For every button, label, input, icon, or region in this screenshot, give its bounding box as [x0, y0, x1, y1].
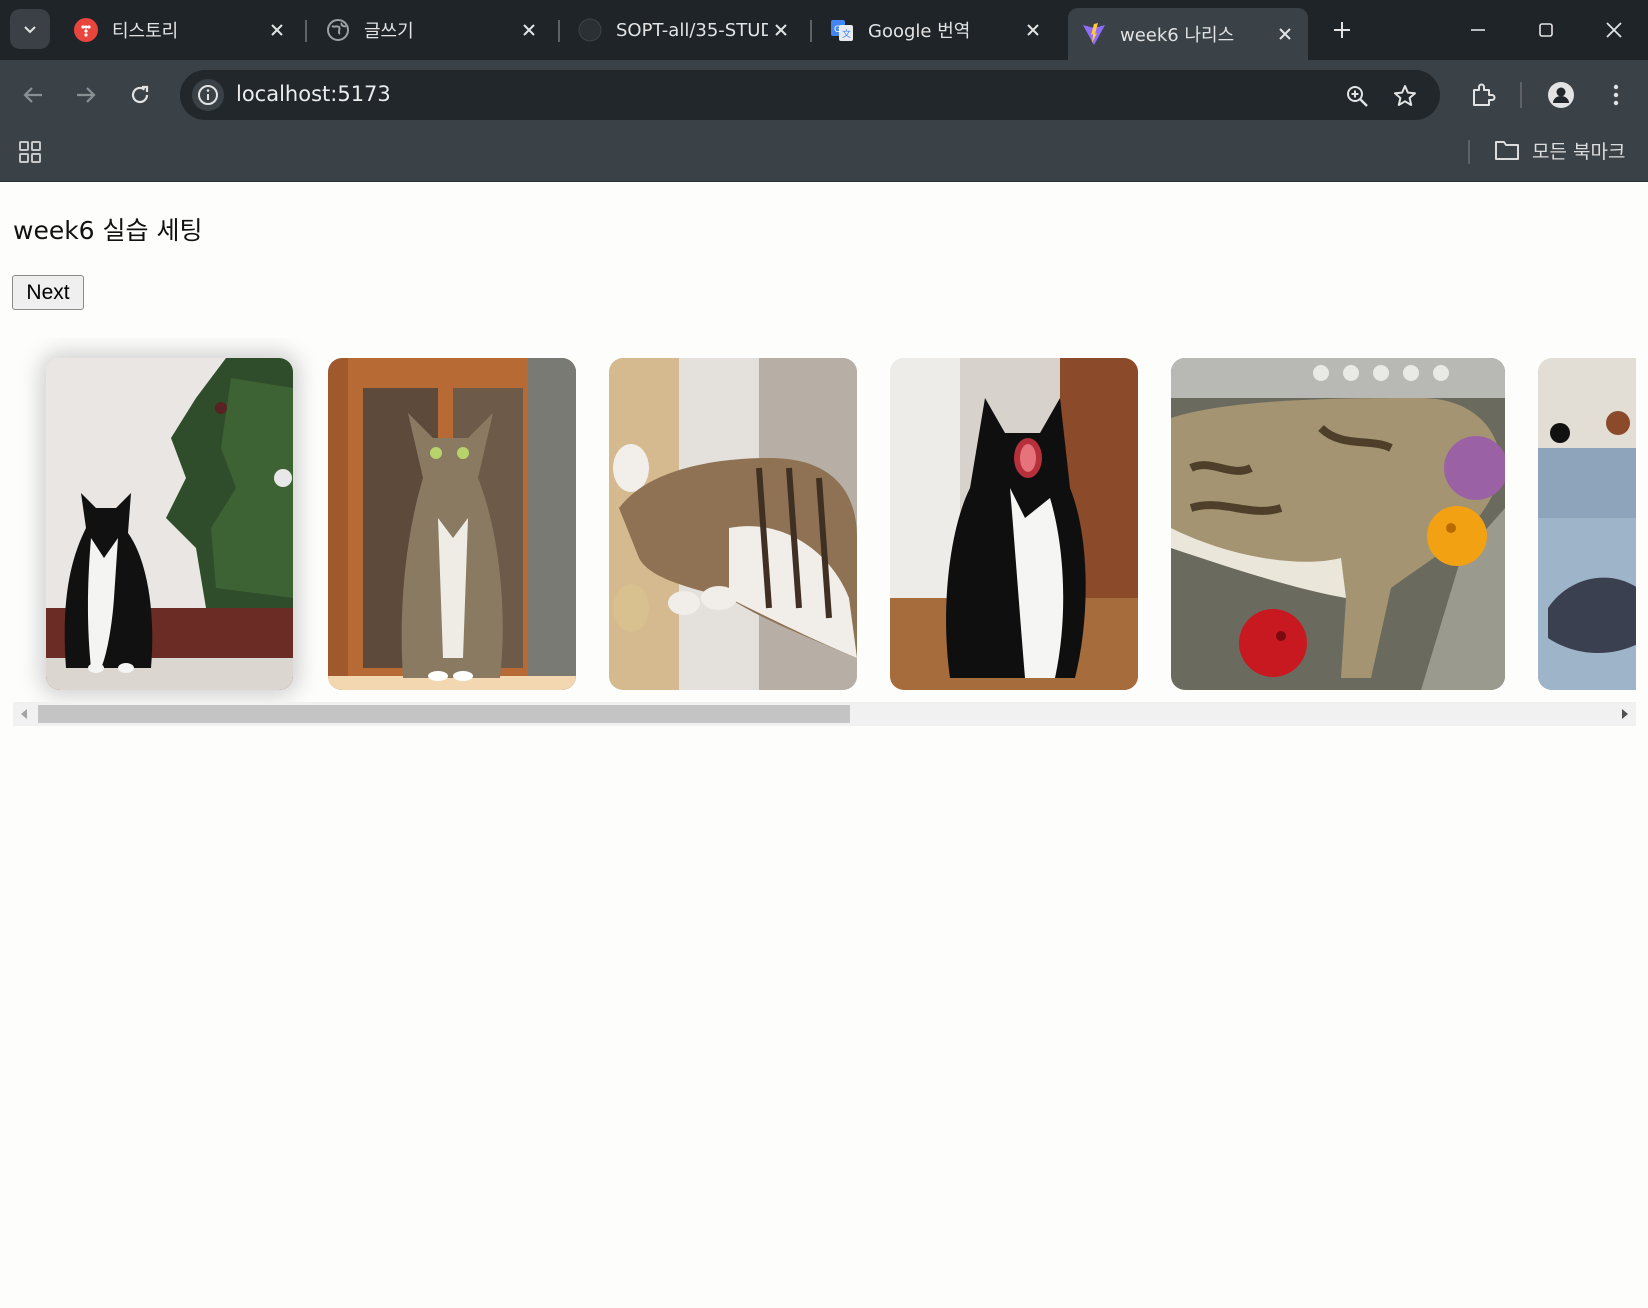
browser-toolbar: localhost:5173: [0, 60, 1648, 130]
tab-divider: [810, 20, 812, 42]
cat-photo: [46, 358, 293, 690]
gallery-image[interactable]: [1538, 358, 1636, 690]
toolbar-divider: [1520, 82, 1522, 108]
bookmarks-divider: [1468, 140, 1470, 164]
forward-button[interactable]: [68, 77, 104, 113]
reload-icon: [131, 85, 149, 104]
gallery-image[interactable]: [46, 358, 293, 690]
svg-text:文: 文: [842, 28, 851, 40]
close-icon[interactable]: [768, 17, 794, 43]
bookmarks-bar: [0, 130, 1648, 182]
tab-github[interactable]: SOPT-all/35-STUD: [564, 8, 804, 52]
next-button[interactable]: Next: [12, 275, 84, 310]
gallery-image[interactable]: [890, 358, 1138, 690]
tab-title: week6 나리스: [1120, 25, 1235, 46]
zoom-icon[interactable]: [1344, 83, 1370, 109]
gallery-image[interactable]: [328, 358, 576, 690]
close-icon[interactable]: [1020, 17, 1046, 43]
tab-google-translate[interactable]: G文 Google 번역: [816, 8, 1056, 52]
close-icon[interactable]: [1272, 21, 1298, 47]
globe-icon: [326, 18, 350, 42]
apps-grid-icon[interactable]: [18, 140, 42, 168]
cat-photo: [328, 358, 576, 690]
minimize-button[interactable]: [1458, 14, 1498, 46]
tab-title: Google 번역: [868, 21, 971, 42]
arrow-left-icon: [23, 87, 42, 103]
profile-button[interactable]: [1543, 77, 1579, 113]
vite-icon: [1082, 22, 1106, 46]
tab-search-button[interactable]: [10, 9, 50, 49]
gallery-image[interactable]: [609, 358, 857, 690]
scroll-right-arrow-icon[interactable]: [1612, 702, 1636, 726]
all-bookmarks-label: 모든 북마크: [1532, 140, 1626, 163]
svg-text:G: G: [834, 25, 841, 35]
cat-photo: [1171, 358, 1505, 690]
github-icon: [578, 18, 602, 42]
gallery-image[interactable]: [1171, 358, 1505, 690]
window-close-button[interactable]: [1594, 14, 1634, 46]
image-carousel[interactable]: [13, 338, 1636, 711]
google-translate-icon: G文: [830, 18, 854, 42]
extensions-button[interactable]: [1465, 77, 1501, 113]
minimize-icon: [1471, 29, 1485, 31]
page-content: week6 실습 세팅 Next: [0, 183, 1648, 1308]
reload-button[interactable]: [122, 77, 158, 113]
horizontal-scrollbar[interactable]: [13, 702, 1636, 726]
puzzle-icon: [1473, 83, 1496, 106]
all-bookmarks-button[interactable]: 모든 북마크: [1494, 136, 1625, 164]
new-tab-button[interactable]: [1326, 14, 1358, 46]
tab-title: 티스토리: [112, 21, 179, 42]
tab-write[interactable]: 글쓰기: [312, 8, 552, 52]
tab-strip: 티스토리 글쓰기 SOPT-all/35-STUD G文 Google 번역 w…: [0, 0, 1648, 60]
tab-divider: [558, 20, 560, 42]
address-bar[interactable]: localhost:5173: [180, 70, 1440, 120]
page-title: week6 실습 세팅: [13, 216, 203, 245]
avatar-icon: [1548, 82, 1574, 108]
tistory-icon: [74, 18, 98, 42]
back-button[interactable]: [15, 77, 51, 113]
tab-week6[interactable]: week6 나리스: [1068, 8, 1308, 60]
more-vert-icon: [1613, 84, 1619, 106]
maximize-icon: [1539, 23, 1553, 37]
bookmark-star-icon[interactable]: [1392, 83, 1418, 109]
tab-title: SOPT-all/35-STUD: [616, 19, 768, 41]
tab-tistory[interactable]: 티스토리: [60, 8, 300, 52]
site-info-icon[interactable]: [192, 79, 224, 111]
plus-icon: [1334, 22, 1350, 38]
folder-icon: [1495, 141, 1519, 160]
url-text[interactable]: localhost:5173: [236, 82, 391, 106]
cat-photo: [609, 358, 857, 690]
scrollbar-thumb[interactable]: [38, 705, 850, 723]
chevron-down-icon: [24, 26, 36, 34]
close-icon[interactable]: [516, 17, 542, 43]
cat-photo: [1538, 358, 1636, 690]
close-icon[interactable]: [264, 17, 290, 43]
scroll-left-arrow-icon[interactable]: [13, 702, 37, 726]
cat-photo: [890, 358, 1138, 690]
close-icon: [1606, 22, 1622, 38]
menu-button[interactable]: [1598, 77, 1634, 113]
tab-divider: [305, 20, 307, 42]
tab-title: 글쓰기: [364, 21, 414, 42]
arrow-right-icon: [77, 87, 96, 103]
maximize-button[interactable]: [1526, 14, 1566, 46]
